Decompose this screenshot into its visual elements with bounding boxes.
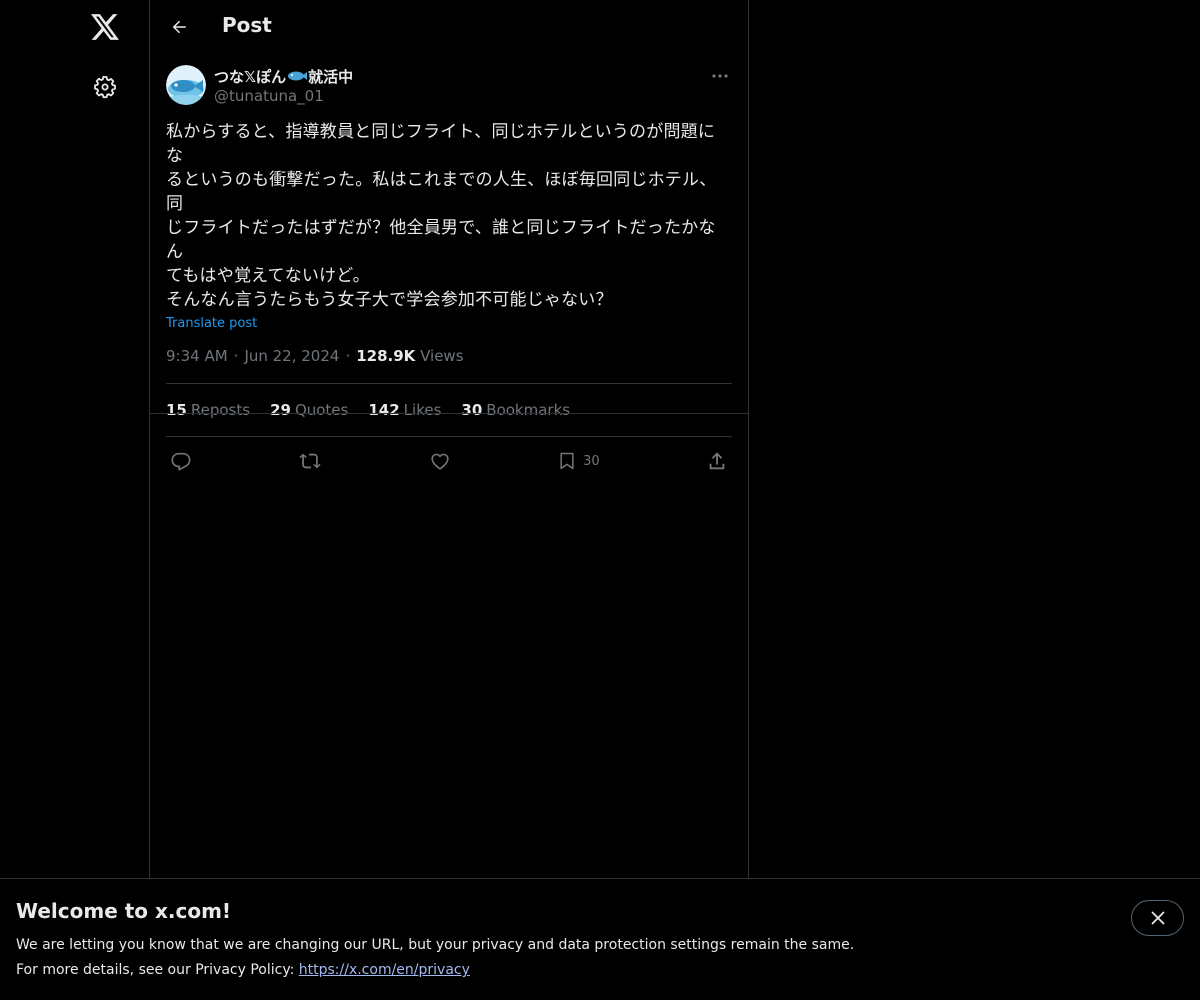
banner-details-text: For more details, see our Privacy Policy…	[16, 962, 299, 978]
stat-label: Reposts	[190, 401, 251, 419]
more-dots-icon	[712, 74, 728, 78]
actions-row: 30	[166, 437, 732, 485]
bookmark-count: 30	[583, 453, 600, 469]
author-row: つな𝕏ぽん 就活中 @tunatuna_01	[166, 62, 732, 110]
stat-number: 15	[166, 401, 187, 419]
repost-icon	[299, 453, 321, 469]
stat-number: 142	[368, 401, 400, 419]
repost-button[interactable]	[298, 450, 322, 472]
banner-message: We are letting you know that we are chan…	[16, 937, 855, 953]
stat-reposts[interactable]: 15 Reposts	[166, 401, 250, 419]
post: つな𝕏ぽん 就活中 @tunatuna_01 私からすると、指導教員と同じフライト…	[166, 62, 732, 485]
share-button[interactable]	[706, 450, 728, 472]
post-text: 私からすると、指導教員と同じフライト、同じホテルというのが問題にな るというのも…	[166, 122, 717, 310]
divider	[150, 413, 748, 414]
stat-label: Bookmarks	[486, 401, 571, 419]
author-name-suffix: 就活中	[308, 68, 354, 86]
bookmark-button[interactable]: 30	[557, 450, 600, 472]
heart-icon	[431, 453, 449, 470]
meta-separator: ·	[345, 347, 351, 365]
reply-icon	[171, 452, 191, 471]
post-date[interactable]: Jun 22, 2024	[244, 347, 339, 365]
post-meta: 9:34 AM · Jun 22, 2024 · 128.9K Views	[166, 347, 732, 367]
arrow-left-icon	[172, 20, 186, 34]
reply-button[interactable]	[170, 450, 192, 472]
avatar[interactable]	[166, 65, 206, 105]
left-nav	[0, 0, 150, 1000]
banner-details: For more details, see our Privacy Policy…	[16, 962, 470, 978]
back-button[interactable]	[162, 10, 196, 44]
banner-title: Welcome to x.com!	[16, 899, 232, 923]
privacy-link[interactable]: https://x.com/en/privacy	[299, 962, 470, 978]
main-column: Post つな𝕏ぽん 就活中 @tunatuna_01 私からすると、指導教員と…	[150, 0, 749, 1000]
author-name[interactable]: つな𝕏ぽん 就活中	[214, 66, 353, 87]
author-handle[interactable]: @tunatuna_01	[214, 87, 324, 105]
stat-bookmarks[interactable]: 30 Bookmarks	[461, 401, 570, 419]
page-title: Post	[222, 13, 272, 37]
views-count: 128.9K	[356, 347, 416, 365]
stat-number: 29	[270, 401, 291, 419]
share-icon	[709, 452, 725, 470]
banner-close-button[interactable]	[1131, 900, 1184, 936]
stats-row: 15 Reposts 29 Quotes 142 Likes 30 Bookmarks	[166, 384, 732, 436]
stat-quotes[interactable]: 29 Quotes	[270, 401, 348, 419]
welcome-banner: Welcome to x.com! We are letting you kno…	[0, 878, 1200, 1000]
bookmark-icon	[560, 452, 574, 470]
more-button[interactable]	[708, 64, 732, 88]
stat-number: 30	[461, 401, 483, 419]
stat-label: Likes	[403, 401, 442, 419]
post-time[interactable]: 9:34 AM	[166, 347, 228, 365]
stat-label: Quotes	[294, 401, 349, 419]
translate-link[interactable]: Translate post	[166, 316, 257, 331]
header: Post	[150, 0, 748, 54]
fish-emoji-icon	[287, 69, 308, 87]
views-label: Views	[420, 347, 464, 365]
meta-separator: ·	[233, 347, 239, 365]
x-logo-icon[interactable]	[88, 10, 122, 44]
author-name-prefix: つな𝕏ぽん	[214, 68, 287, 86]
like-button[interactable]	[429, 450, 451, 472]
stat-likes[interactable]: 142 Likes	[368, 401, 441, 419]
gear-icon[interactable]	[88, 70, 122, 104]
app-root: Post つな𝕏ぽん 就活中 @tunatuna_01 私からすると、指導教員と…	[0, 0, 1200, 1000]
close-icon	[1151, 911, 1164, 925]
